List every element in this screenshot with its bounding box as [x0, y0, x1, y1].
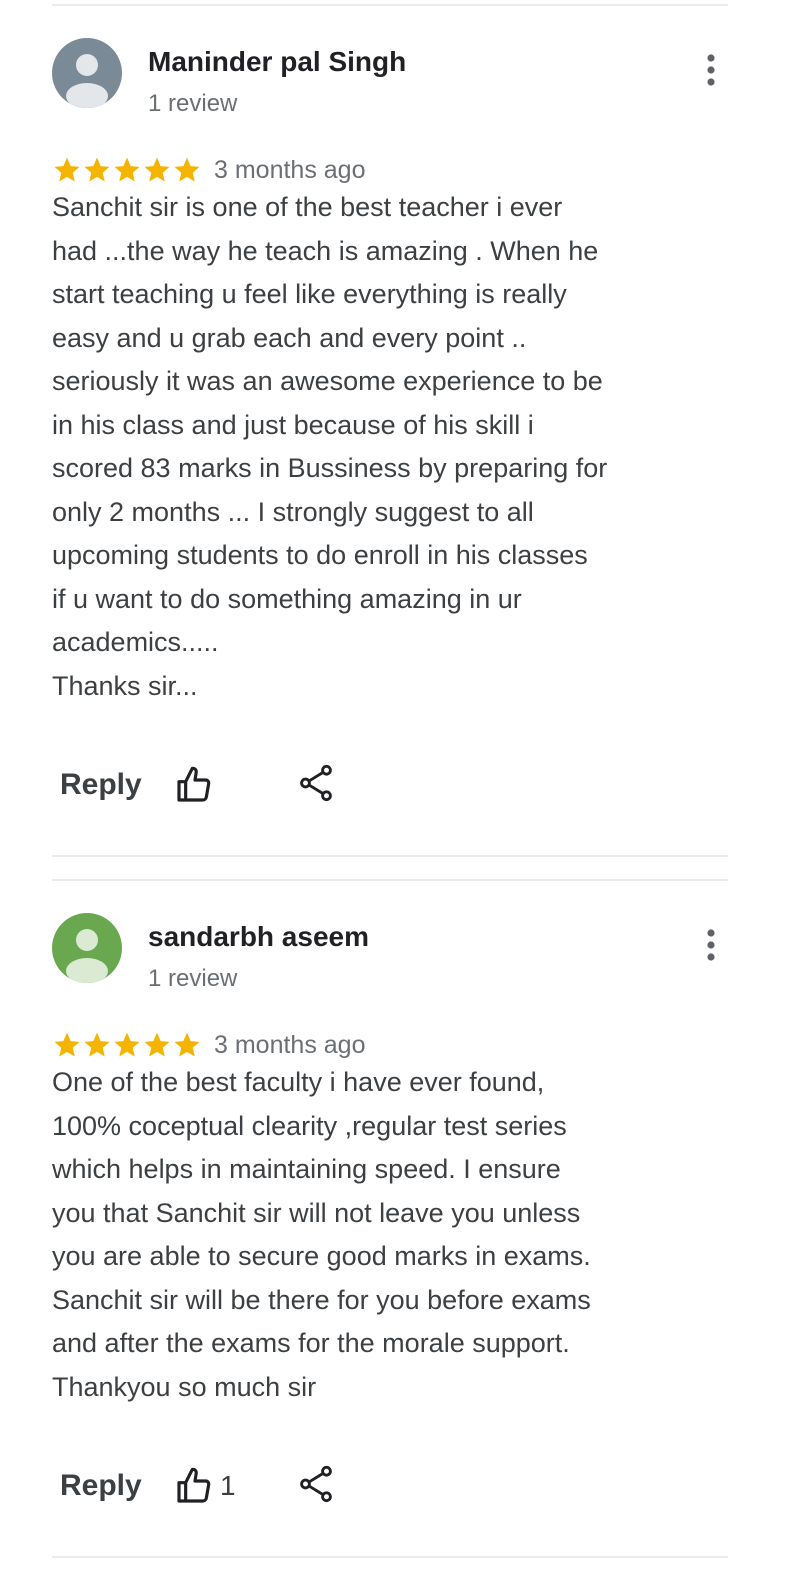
star-icon: [54, 1032, 80, 1057]
reviewer-name[interactable]: sandarbh aseem: [148, 921, 369, 953]
reviews-page: Maninder pal Singh 1 review 3 months ago…: [0, 0, 797, 1583]
star-icon: [84, 1032, 110, 1057]
star-icon: [174, 157, 200, 182]
more-options-icon[interactable]: [698, 50, 724, 90]
review-text: Sanchit sir is one of the best teacher i…: [52, 192, 608, 701]
star-icon: [114, 157, 140, 182]
like-button[interactable]: [174, 765, 298, 805]
rating-row: 3 months ago: [52, 152, 366, 188]
star-icon: [54, 157, 80, 182]
review-actions: Reply 1: [60, 1461, 334, 1511]
reply-button[interactable]: Reply: [60, 768, 174, 802]
reviewer-name[interactable]: Maninder pal Singh: [148, 46, 406, 78]
reviewer-review-count: 1 review: [148, 965, 238, 992]
share-icon: [300, 1465, 332, 1502]
reviewer-review-count: 1 review: [148, 90, 238, 117]
thumbs-up-icon: [177, 1467, 211, 1503]
share-button[interactable]: [298, 763, 334, 808]
divider: [52, 4, 728, 6]
star-icon: [174, 1032, 200, 1057]
star-rating: [52, 1030, 202, 1060]
star-icon: [84, 157, 110, 182]
divider: [52, 1556, 728, 1558]
star-icon: [144, 1032, 170, 1057]
like-button[interactable]: 1: [174, 1466, 298, 1506]
review-time: 3 months ago: [214, 155, 366, 184]
review-actions: Reply: [60, 760, 334, 810]
person-icon: [52, 913, 122, 983]
star-rating: [52, 155, 202, 185]
divider: [52, 855, 728, 857]
reply-button[interactable]: Reply: [60, 1469, 174, 1503]
thumbs-up-icon: [177, 766, 211, 802]
rating-row: 3 months ago: [52, 1027, 366, 1063]
star-icon: [114, 1032, 140, 1057]
review-time: 3 months ago: [214, 1030, 366, 1059]
avatar[interactable]: [52, 38, 122, 108]
divider: [52, 879, 728, 881]
share-button[interactable]: [298, 1464, 334, 1509]
person-icon: [52, 38, 122, 108]
more-options-icon[interactable]: [698, 925, 724, 965]
avatar[interactable]: [52, 913, 122, 983]
share-icon: [300, 764, 332, 801]
star-icon: [144, 157, 170, 182]
review-text: One of the best faculty i have ever foun…: [52, 1067, 591, 1402]
like-count: 1: [220, 1470, 236, 1501]
